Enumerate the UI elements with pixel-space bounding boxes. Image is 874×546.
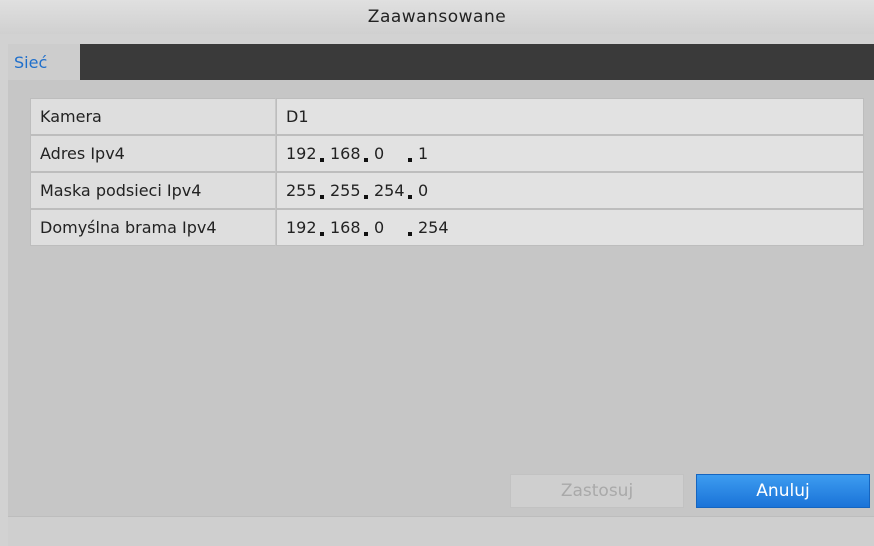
network-settings-table: Kamera D1 Adres Ipv4 192 168 0 1 Maska p… [30, 98, 864, 246]
settings-panel: Kamera D1 Adres Ipv4 192 168 0 1 Maska p… [8, 80, 874, 516]
camera-value: D1 [276, 98, 864, 135]
ipv4-address-field[interactable]: 192 168 0 1 [276, 135, 864, 172]
ip-separator [320, 231, 324, 236]
tab-bar: Sieć [8, 44, 874, 80]
apply-button[interactable]: Zastosuj [510, 474, 684, 508]
ip-octet[interactable]: 254 [418, 218, 462, 237]
status-bar [8, 516, 874, 546]
subnet-mask-field[interactable]: 255 255 254 0 [276, 172, 864, 209]
default-gateway-label: Domyślna brama Ipv4 [30, 209, 276, 246]
ip-separator [408, 157, 412, 162]
ip-separator [364, 194, 368, 199]
table-row: Domyślna brama Ipv4 192 168 0 254 [30, 209, 864, 246]
ip-separator [320, 194, 324, 199]
cancel-button[interactable]: Anuluj [696, 474, 870, 508]
ip-octet[interactable]: 1 [418, 144, 462, 163]
ip-separator [364, 157, 368, 162]
ip-octet[interactable]: 0 [418, 181, 462, 200]
tab-network[interactable]: Sieć [8, 44, 80, 80]
table-row: Adres Ipv4 192 168 0 1 [30, 135, 864, 172]
window-title: Zaawansowane [0, 0, 874, 34]
ipv4-address-label: Adres Ipv4 [30, 135, 276, 172]
camera-label: Kamera [30, 98, 276, 135]
subnet-mask-label: Maska podsieci Ipv4 [30, 172, 276, 209]
table-row: Maska podsieci Ipv4 255 255 254 0 [30, 172, 864, 209]
ip-separator [408, 194, 412, 199]
table-row: Kamera D1 [30, 98, 864, 135]
default-gateway-field[interactable]: 192 168 0 254 [276, 209, 864, 246]
ip-separator [364, 231, 368, 236]
ip-separator [320, 157, 324, 162]
ip-separator [408, 231, 412, 236]
